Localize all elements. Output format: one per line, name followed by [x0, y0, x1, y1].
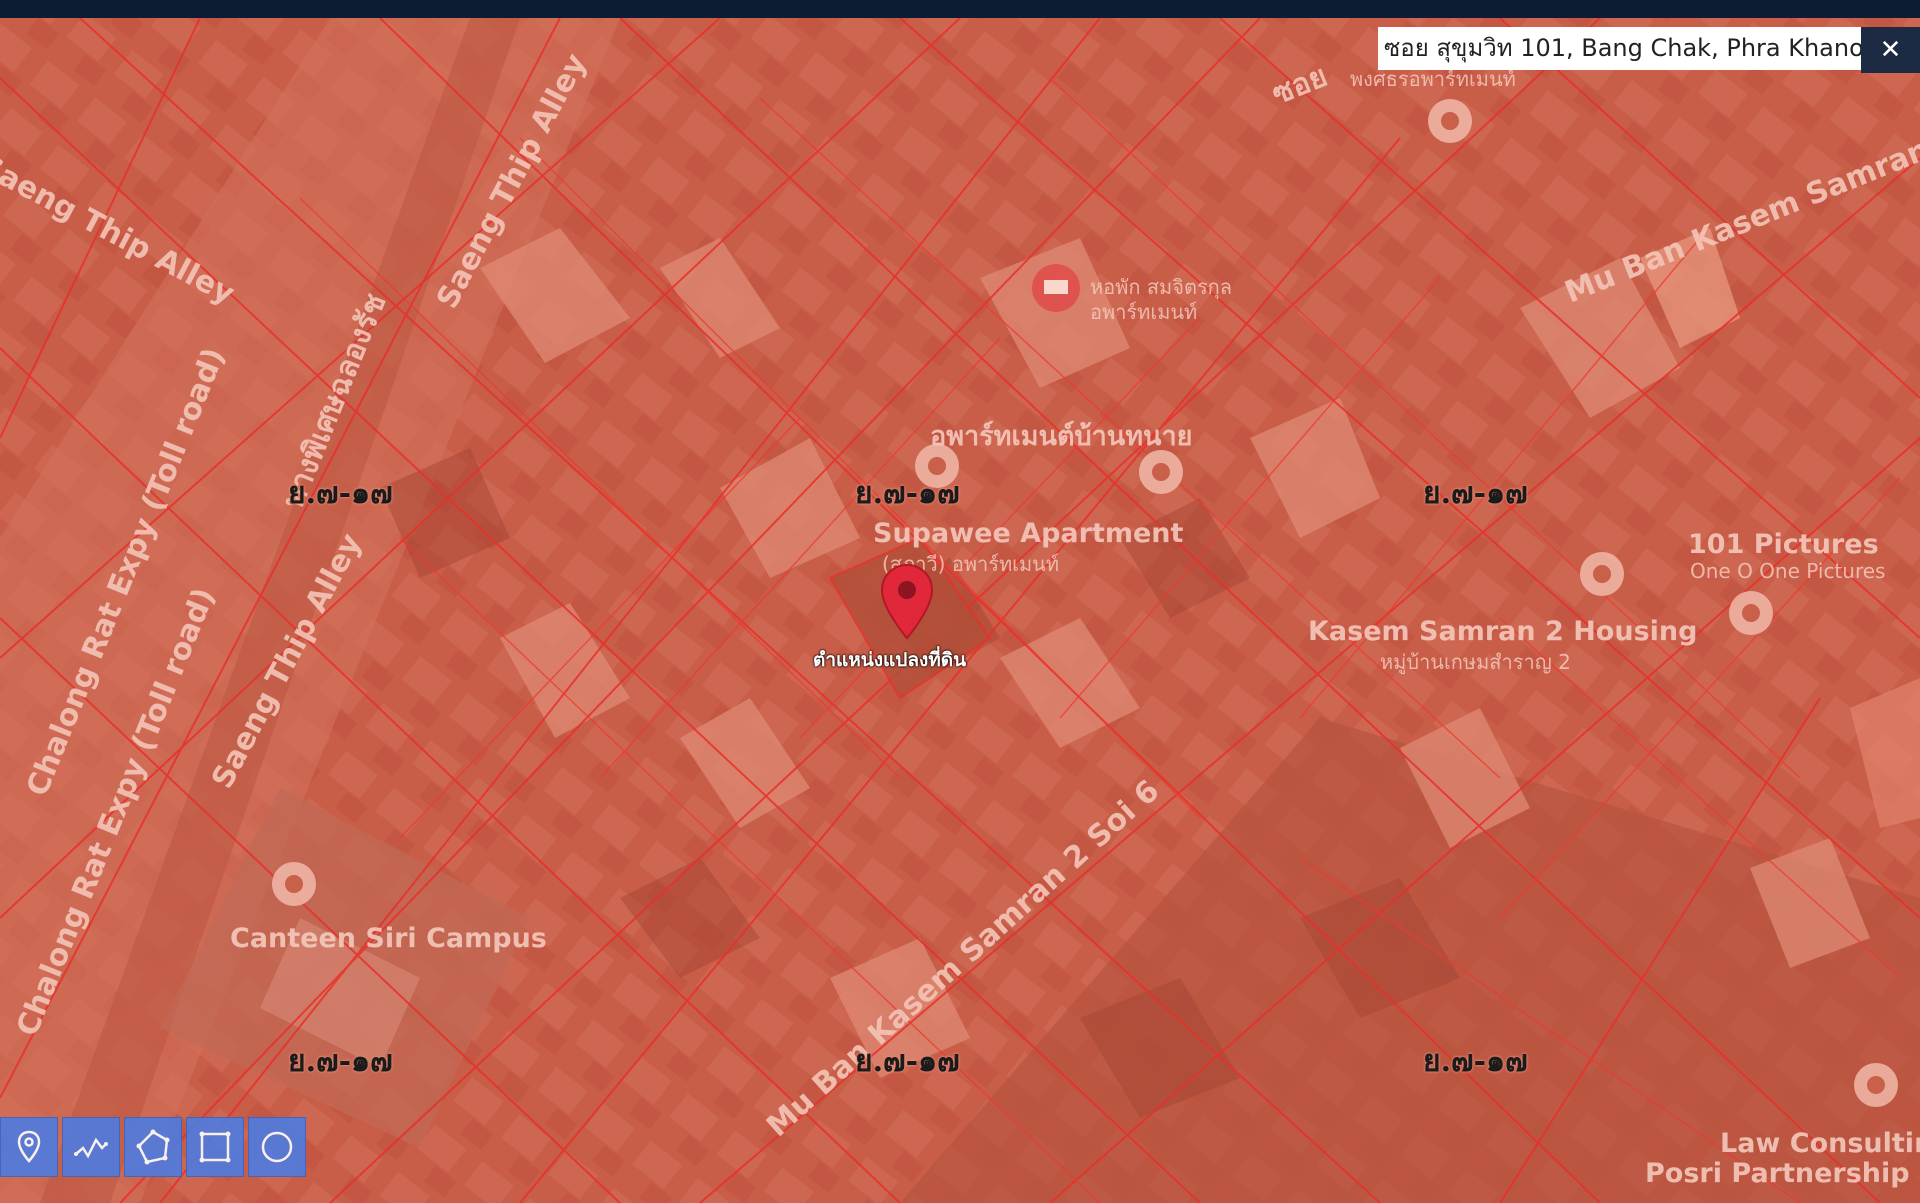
polyline-tool[interactable] — [62, 1117, 120, 1177]
poi-101-pictures[interactable]: 101 Pictures — [1688, 529, 1879, 560]
zone-label: ย.๗-๑๗ — [288, 1044, 393, 1079]
map-canvas[interactable]: Saeng Thip Alley Saeng Thip Alley Saeng … — [0, 18, 1920, 1203]
marker-tool[interactable] — [0, 1117, 58, 1177]
rectangle-icon — [199, 1131, 231, 1163]
zone-label: ย.๗-๑๗ — [855, 476, 960, 511]
marker-label: ตำแหน่งแปลงที่ดิน — [813, 649, 967, 671]
circle-icon — [261, 1131, 293, 1163]
poi-dorm-sub: อพาร์ทเมนท์ — [1090, 300, 1198, 324]
search-input[interactable]: ซอย สุขุมวิท 101, Bang Chak, Phra Khanon… — [1378, 27, 1861, 70]
top-bar — [0, 0, 1920, 18]
poi-101-pictures-sub: One O One Pictures — [1690, 559, 1886, 583]
map-pin-icon — [17, 1130, 41, 1163]
poi-canteen-siri[interactable]: Canteen Siri Campus — [230, 923, 547, 954]
poi-law-consulting[interactable]: Law Consultin — [1720, 1128, 1920, 1159]
draw-toolbar — [0, 1117, 306, 1179]
polyline-icon — [74, 1137, 108, 1159]
polygon-icon — [136, 1129, 170, 1165]
poi-ban-thanai[interactable]: อพาร์ทเมนต์บ้านทนาย — [930, 414, 1193, 457]
circle-tool[interactable] — [248, 1117, 306, 1177]
poi-kasem-samran-housing[interactable]: Kasem Samran 2 Housing — [1308, 616, 1697, 647]
zone-label: ย.๗-๑๗ — [1423, 476, 1528, 511]
rectangle-tool[interactable] — [186, 1117, 244, 1177]
zone-label: ย.๗-๑๗ — [288, 476, 393, 511]
polygon-tool[interactable] — [124, 1117, 182, 1177]
zone-label: ย.๗-๑๗ — [855, 1044, 960, 1079]
parcel-map-graphics — [0, 18, 1920, 1203]
poi-law-consulting-sub: Posri Partnership Li — [1645, 1158, 1920, 1189]
poi-supawee[interactable]: Supawee Apartment — [873, 518, 1183, 549]
zone-label: ย.๗-๑๗ — [1423, 1044, 1528, 1079]
close-icon[interactable]: ✕ — [1861, 27, 1920, 73]
poi-kasem-samran-housing-sub: หมู่บ้านเกษมสำราญ 2 — [1380, 650, 1571, 674]
